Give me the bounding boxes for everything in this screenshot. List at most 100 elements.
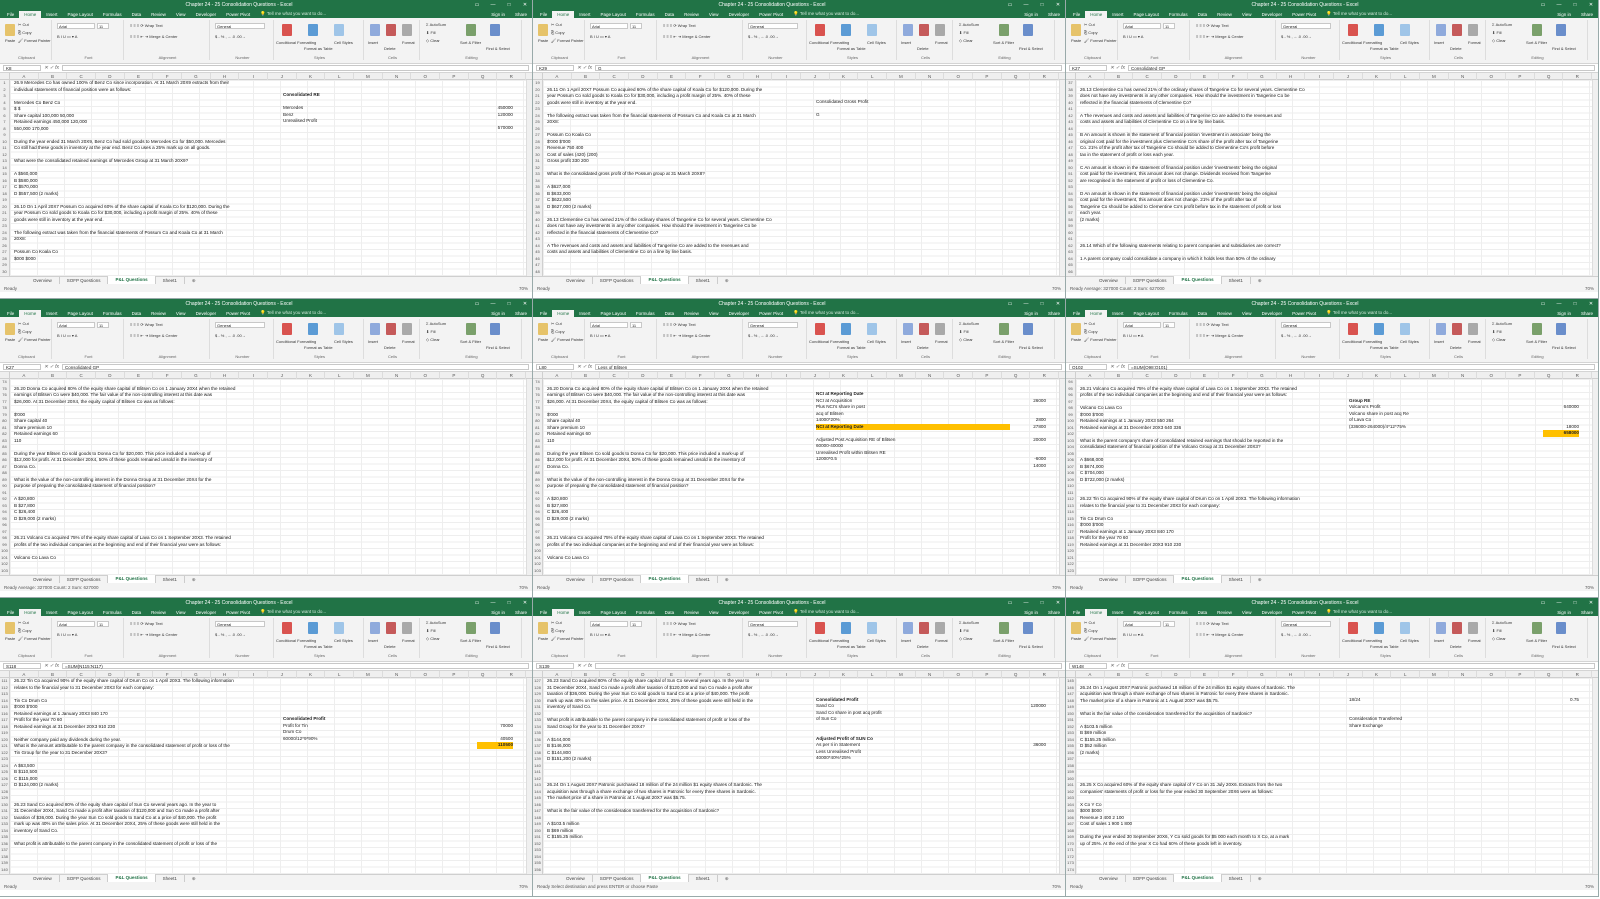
delete-cells-icon[interactable] [386, 24, 396, 36]
tell-me-input[interactable]: 💡 Tell me what you want to do... [788, 309, 1019, 317]
column-header[interactable]: I [239, 671, 269, 678]
tab-view[interactable]: View [1237, 310, 1257, 317]
tab-formulas[interactable]: Formulas [631, 310, 660, 317]
conditional-formatting-button[interactable]: Conditional Formatting [276, 339, 316, 344]
column-header[interactable]: O [1477, 73, 1507, 80]
font-size-select[interactable]: 11 [630, 621, 642, 627]
column-header[interactable]: P [973, 73, 1002, 80]
conditional-formatting-button[interactable]: Conditional Formatting [809, 339, 849, 344]
column-header[interactable]: L [858, 73, 888, 80]
tab-power-pivot[interactable]: Power Pivot [1287, 310, 1321, 317]
column-header[interactable]: C [1133, 73, 1163, 80]
vertical-scrollbar[interactable] [1592, 80, 1598, 276]
format-as-table-button[interactable]: Format as Table [304, 644, 333, 649]
font-format-buttons[interactable]: B I U ▭ ▾ A [57, 34, 77, 39]
tab-power-pivot[interactable]: Power Pivot [221, 11, 255, 18]
share-button[interactable]: Share [1576, 609, 1598, 616]
tab-formulas[interactable]: Formulas [631, 609, 660, 616]
column-header[interactable]: E [658, 671, 687, 678]
cell-text[interactable]: 1 A parent company could consolidate a c… [1080, 256, 1345, 263]
zoom-level[interactable]: 70% [1570, 286, 1594, 291]
tab-developer[interactable]: Developer [1257, 609, 1288, 616]
cut-button[interactable]: ✂ Cut [18, 22, 29, 27]
row-header[interactable]: 118 [1066, 535, 1075, 542]
column-header[interactable]: D [1162, 372, 1191, 379]
conditional-formatting-icon[interactable] [282, 323, 292, 335]
working-label[interactable] [1349, 430, 1543, 437]
format-as-table-icon[interactable] [308, 622, 318, 634]
cell-text[interactable]: $000 $000 [14, 256, 279, 263]
tab-home[interactable]: Home [1085, 11, 1108, 18]
format-button[interactable]: Format [935, 339, 948, 344]
format-cells-icon[interactable] [1468, 622, 1478, 634]
font-name-select[interactable]: Arial [590, 322, 628, 328]
column-header[interactable]: B [572, 73, 601, 80]
font-format-buttons[interactable]: B I U ▭ ▾ A [57, 333, 77, 338]
column-header[interactable]: K [1363, 671, 1392, 678]
insert-button[interactable]: Insert [1434, 339, 1444, 344]
merge-center-button[interactable]: ≡ ≡ ≡ ⇤ ⇥ Merge & Center [1196, 34, 1244, 39]
tab-insert[interactable]: Insert [1107, 609, 1128, 616]
column-header[interactable]: P [973, 671, 1002, 678]
column-header[interactable]: B [572, 671, 601, 678]
format-button[interactable]: Format [402, 339, 415, 344]
column-header[interactable]: B [1105, 73, 1134, 80]
font-name-select[interactable]: Arial [1123, 322, 1161, 328]
sort-filter-button[interactable]: Sort & Filter [1526, 339, 1547, 344]
fill-button[interactable]: ⬇ Fill [959, 628, 969, 633]
column-header[interactable]: N [383, 671, 412, 678]
row-header[interactable]: 127 [0, 782, 9, 789]
column-header[interactable]: E [125, 73, 154, 80]
tab-insert[interactable]: Insert [41, 609, 62, 616]
tab-insert[interactable]: Insert [41, 11, 62, 18]
tab-page-layout[interactable]: Page Layout [1129, 11, 1164, 18]
autosum-button[interactable]: Σ AutoSum [959, 22, 979, 27]
column-header[interactable]: Q [469, 372, 498, 379]
column-header[interactable]: R [1030, 671, 1060, 678]
clear-button[interactable]: ◇ Clear [1492, 38, 1506, 43]
column-header[interactable]: C [600, 671, 630, 678]
column-header[interactable]: F [686, 671, 716, 678]
format-cells-icon[interactable] [935, 622, 945, 634]
copy-button[interactable]: ⎘ Copy [551, 30, 565, 35]
column-header[interactable]: M [1420, 73, 1449, 80]
wrap-text-button[interactable]: ≡ ≡ ≡ ⟳ Wrap Text [130, 621, 163, 626]
merge-center-button[interactable]: ≡ ≡ ≡ ⇤ ⇥ Merge & Center [663, 34, 711, 39]
column-header[interactable]: H [211, 372, 240, 379]
find-select-icon[interactable] [490, 622, 500, 634]
row-header[interactable]: 123 [0, 756, 9, 763]
column-header[interactable]: O [944, 73, 974, 80]
row-header[interactable]: 66 [1066, 269, 1075, 276]
tab-data[interactable]: Data [127, 310, 147, 317]
column-header[interactable]: C [67, 671, 97, 678]
number-format-select[interactable]: General [1281, 621, 1331, 627]
cell-styles-button[interactable]: Cell Styles [334, 339, 353, 344]
font-name-select[interactable]: Arial [590, 621, 628, 627]
merge-center-button[interactable]: ≡ ≡ ≡ ⇤ ⇥ Merge & Center [1196, 333, 1244, 338]
column-header[interactable]: K [297, 671, 326, 678]
row-header[interactable]: 119 [0, 730, 9, 737]
column-header[interactable]: D [629, 372, 658, 379]
format-button[interactable]: Format [935, 638, 948, 643]
row-header[interactable]: 102 [533, 561, 542, 568]
working-value[interactable]: 110500 [477, 742, 513, 749]
row-header[interactable]: 156 [533, 867, 542, 874]
tab-insert[interactable]: Insert [1107, 310, 1128, 317]
zoom-level[interactable]: 70% [1037, 286, 1061, 291]
insert-button[interactable]: Insert [368, 339, 378, 344]
find-select-button[interactable]: Find & Select [1552, 345, 1576, 350]
font-format-buttons[interactable]: B I U ▭ ▾ A [1123, 632, 1143, 637]
conditional-formatting-button[interactable]: Conditional Formatting [276, 638, 316, 643]
row-header[interactable]: 139 [0, 860, 9, 867]
row-header[interactable]: 145 [533, 795, 542, 802]
close-icon[interactable]: ✕ [522, 2, 528, 8]
formula-input[interactable]: =SUM(O98:O101) [1128, 364, 1595, 370]
row-header[interactable]: 104 [1066, 444, 1075, 451]
tab-file[interactable]: File [535, 609, 552, 616]
paste-button[interactable]: Paste [1071, 38, 1081, 43]
sheet-grid[interactable]: 74 75 76 77 78 79 80 81 82 83 84 85 86 87 88 89 90 91 92 93… [533, 379, 1065, 575]
minimize-icon[interactable]: — [1556, 600, 1562, 606]
insert-button[interactable]: Insert [1434, 638, 1444, 643]
column-header[interactable]: H [1277, 372, 1306, 379]
find-select-button[interactable]: Find & Select [486, 644, 510, 649]
